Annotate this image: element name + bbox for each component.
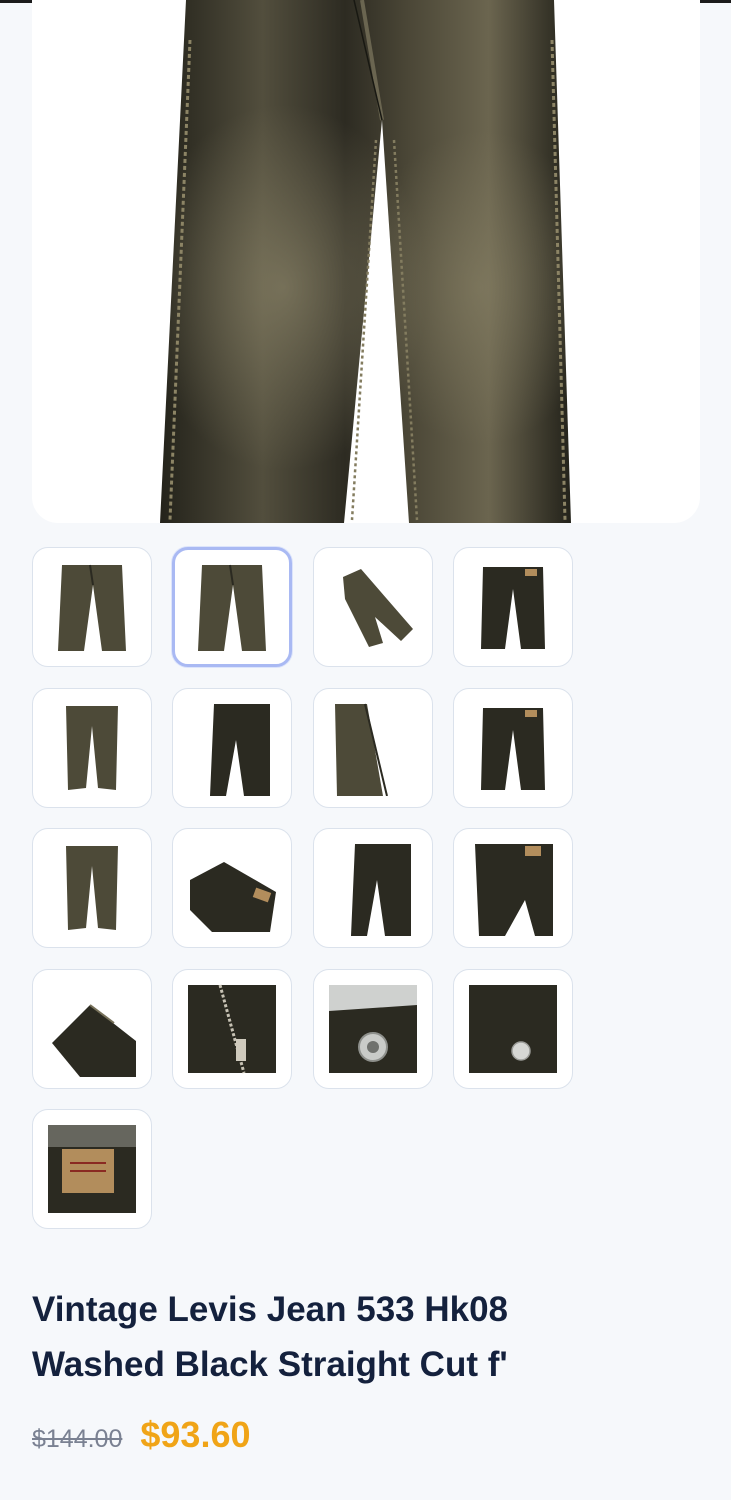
jeans-main-photo: [160, 0, 571, 523]
jeans-thumbnail-image: [190, 862, 276, 932]
diagonal-flat-lay-thumbnail[interactable]: [313, 547, 433, 667]
button-closeup-thumbnail[interactable]: [313, 969, 433, 1089]
original-price: $144.00: [32, 1425, 123, 1453]
jeans-thumbnail-image: [469, 985, 557, 1073]
jeans-thumbnail-image: [351, 844, 411, 936]
jeans-thumbnail-image: [66, 846, 118, 930]
jeans-thumbnail-image: [188, 984, 276, 1074]
jeans-thumbnail-image: [343, 569, 413, 647]
front-alt-view-thumbnail[interactable]: [172, 547, 292, 667]
jeans-thumbnail-image: [52, 1004, 136, 1077]
jeans-thumbnail-image: [210, 704, 270, 796]
jeans-thumbnail-image: [481, 708, 545, 790]
right-leg-front-thumbnail[interactable]: [172, 688, 292, 808]
side-leg-thumbnail[interactable]: [313, 828, 433, 948]
leather-patch-angle-thumbnail[interactable]: [172, 828, 292, 948]
jeans-thumbnail-image: [198, 564, 266, 651]
back-pocket-thumbnail[interactable]: [453, 828, 573, 948]
jeans-thumbnail-image: [48, 1125, 136, 1213]
zipper-closeup-thumbnail[interactable]: [172, 969, 292, 1089]
product-title-line-2: Washed Black Straight Cut f': [32, 1345, 508, 1384]
product-title: Vintage Levis Jean 533 Hk08 Washed Black…: [32, 1282, 672, 1392]
jeans-thumbnail-image: [335, 703, 388, 796]
product-title-line-1: Vintage Levis Jean 533 Hk08: [32, 1290, 509, 1329]
jeans-thumbnail-image: [475, 844, 553, 936]
rivet-closeup-thumbnail[interactable]: [453, 969, 573, 1089]
sale-price: $93.60: [140, 1414, 251, 1455]
front-full-view-thumbnail[interactable]: [32, 547, 152, 667]
jeans-thumbnail-image: [66, 706, 118, 790]
main-product-image[interactable]: [32, 0, 700, 523]
jeans-thumbnail-image: [329, 985, 417, 1073]
folded-legs-thumbnail[interactable]: [32, 688, 152, 808]
back-waist-thumbnail[interactable]: [453, 688, 573, 808]
price-row: $144.00 $93.60: [32, 1414, 250, 1466]
jeans-thumbnail-image: [481, 567, 545, 649]
back-view-thumbnail[interactable]: [453, 547, 573, 667]
jeans-thumbnail-image: [58, 564, 126, 651]
patch-label-closeup-thumbnail[interactable]: [32, 1109, 152, 1229]
left-leg-front-thumbnail[interactable]: [313, 688, 433, 808]
folded-denim-thumbnail[interactable]: [32, 969, 152, 1089]
lower-legs-thumbnail[interactable]: [32, 828, 152, 948]
